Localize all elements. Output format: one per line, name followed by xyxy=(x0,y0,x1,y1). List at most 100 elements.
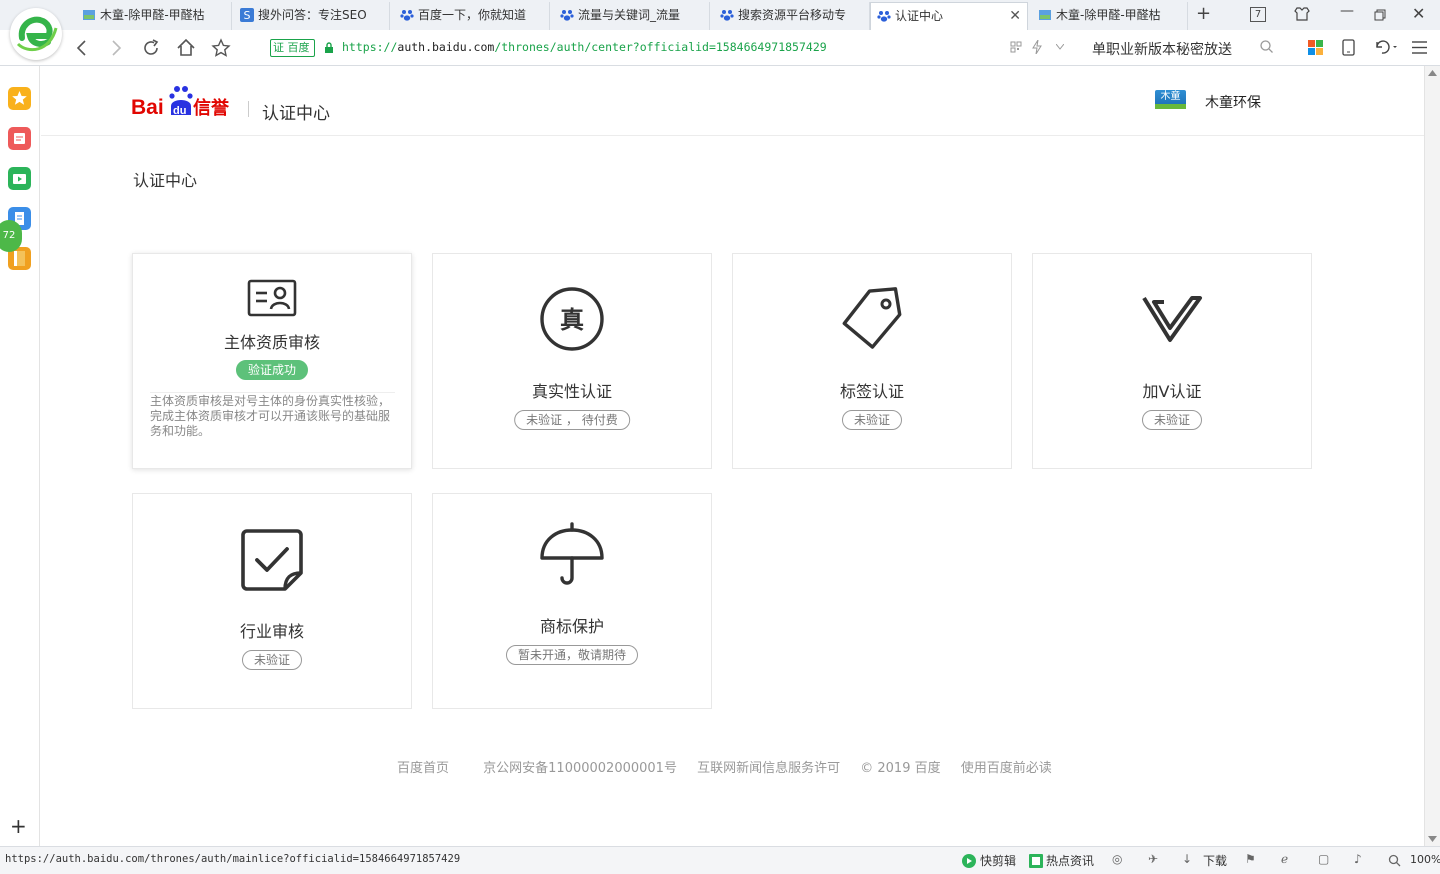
tab-5-active[interactable]: 认证中心 ✕ xyxy=(870,2,1028,30)
undo-icon[interactable] xyxy=(1373,39,1399,55)
card-authenticity[interactable]: 真 真实性认证 未验证 ， 待付费 xyxy=(432,253,712,469)
new-tab-icon[interactable]: + xyxy=(1196,3,1211,24)
tab-4[interactable]: 搜索资源平台移动专 xyxy=(714,2,870,30)
id-card-icon xyxy=(247,279,297,317)
search-input[interactable]: 单职业新版本秘密放送 xyxy=(1092,39,1232,59)
avatar[interactable]: 木童 xyxy=(1155,90,1186,109)
svg-text:Bai: Bai xyxy=(131,96,164,119)
cert-badge[interactable]: 证 百度 xyxy=(270,39,315,57)
chevron-down-icon[interactable] xyxy=(1056,44,1064,50)
download-icon[interactable]: ↓ xyxy=(1182,852,1192,866)
add-icon[interactable]: + xyxy=(10,814,27,838)
qr-code-icon[interactable] xyxy=(1010,41,1022,53)
card-industry-review[interactable]: 行业审核 未验证 xyxy=(132,493,412,709)
star-icon[interactable] xyxy=(211,38,231,58)
browser-sidebar: 72 + xyxy=(0,66,40,846)
status-hot-news[interactable]: 热点资讯 xyxy=(1046,852,1094,869)
window-icon[interactable]: ▢ xyxy=(1318,852,1329,866)
footer-copyright: © 2019 百度 xyxy=(860,761,941,776)
notification-badge[interactable]: 72 xyxy=(0,220,22,252)
status-download[interactable]: 下载 xyxy=(1203,852,1227,869)
hot-news-icon[interactable] xyxy=(1029,854,1043,868)
sound-icon[interactable]: ♪ xyxy=(1354,852,1362,866)
card-title: 商标保护 xyxy=(539,617,604,636)
status-bar: https://auth.baidu.com/thrones/auth/main… xyxy=(0,846,1440,874)
search-icon[interactable] xyxy=(1260,40,1273,53)
video-icon[interactable] xyxy=(8,167,31,190)
home-icon[interactable] xyxy=(176,38,196,58)
close-icon[interactable]: ✕ xyxy=(1009,3,1021,29)
picture-icon xyxy=(1039,10,1051,20)
baidu-paw-icon xyxy=(877,11,891,22)
favorites-icon[interactable] xyxy=(8,87,31,110)
card-title: 标签认证 xyxy=(839,382,904,401)
vertical-scrollbar[interactable] xyxy=(1424,66,1440,846)
footer-link-icp[interactable]: 京公网安备11000002000001号 xyxy=(483,761,677,776)
browser-toolbar: 证 百度 https://auth.baidu.com/thrones/auth… xyxy=(0,30,1440,66)
lightning-icon[interactable] xyxy=(1032,40,1042,54)
tab-1[interactable]: S 搜外问答：专注SEO xyxy=(234,2,390,30)
status-badge: 未验证 xyxy=(241,650,303,670)
url-scheme: https:// xyxy=(342,40,398,54)
baidu-xinyu-logo[interactable]: Bai du 信誉 xyxy=(131,84,233,123)
url-text[interactable]: https://auth.baidu.com/thrones/auth/cent… xyxy=(342,40,827,54)
tab-6[interactable]: 木童-除甲醛-甲醛枯 xyxy=(1032,2,1188,30)
search-box[interactable]: 单职业新版本秘密放送 xyxy=(1092,35,1282,61)
tab-3[interactable]: 流量与关键词_流量 xyxy=(554,2,710,30)
status-quick-edit[interactable]: 快剪辑 xyxy=(980,852,1016,869)
site-header: Bai du 信誉 认证中心 木童 木童环保 xyxy=(41,66,1424,136)
skin-icon[interactable] xyxy=(1294,7,1310,21)
news-icon[interactable] xyxy=(8,127,31,150)
header-divider xyxy=(248,101,249,117)
v-icon xyxy=(1142,296,1202,342)
zoom-level[interactable]: 100% xyxy=(1410,853,1440,866)
baidu-paw-icon xyxy=(720,10,734,21)
browser-logo-icon[interactable] xyxy=(10,8,62,60)
avatar-text: 木童 xyxy=(1160,91,1181,102)
url-path: /thrones/auth/center?officialid=15846649… xyxy=(494,40,827,54)
baidu-paw-icon xyxy=(400,10,414,21)
tab-0[interactable]: 木童-除甲醛-甲醛枯 xyxy=(76,2,232,30)
ie-icon[interactable]: ◎ xyxy=(1112,852,1122,866)
zoom-icon[interactable] xyxy=(1388,854,1402,868)
minimize-icon[interactable]: — xyxy=(1340,3,1354,19)
refresh-icon[interactable] xyxy=(141,38,161,58)
user-name[interactable]: 木童环保 xyxy=(1205,92,1261,112)
flag-icon[interactable]: ⚑ xyxy=(1245,852,1256,866)
card-subject-qualification[interactable]: 主体资质审核 验证成功 主体资质审核是对号主体的身份真实性核验，完成主体资质审核… xyxy=(132,253,412,469)
card-trademark-protection[interactable]: 商标保护 暂未开通，敬请期待 xyxy=(432,493,712,709)
back-icon[interactable] xyxy=(72,38,92,58)
phone-icon[interactable] xyxy=(1342,39,1355,56)
window-close-icon[interactable]: ✕ xyxy=(1412,4,1425,23)
picture-icon xyxy=(83,10,95,20)
tab-title: 认证中心 xyxy=(895,9,944,23)
footer-link-news-license[interactable]: 互联网新闻信息服务许可 xyxy=(697,761,840,776)
play-icon[interactable] xyxy=(962,854,976,868)
baidu-paw-icon xyxy=(560,10,574,21)
pin-icon[interactable]: ✈ xyxy=(1148,852,1158,866)
card-title: 主体资质审核 xyxy=(223,333,320,352)
tab-2[interactable]: 百度一下，你就知道 xyxy=(394,2,550,30)
card-v-certification[interactable]: 加V认证 未验证 xyxy=(1032,253,1312,469)
footer-link-terms[interactable]: 使用百度前必读 xyxy=(961,761,1052,776)
status-badge: 暂未开通，敬请期待 xyxy=(505,645,639,665)
tab-title: 木童-除甲醛-甲醛枯 xyxy=(100,8,205,22)
card-description: 主体资质审核是对号主体的身份真实性核验，完成主体资质审核才可以开通该账号的基础服… xyxy=(150,392,395,439)
forward-icon[interactable] xyxy=(106,38,126,58)
card-title: 加V认证 xyxy=(1142,382,1202,401)
tab-title: 搜索资源平台移动专 xyxy=(738,8,847,22)
status-badge: 未验证 ， 待付费 xyxy=(514,410,630,430)
browser-icon[interactable]: ℯ xyxy=(1281,852,1288,866)
address-bar[interactable]: 证 百度 https://auth.baidu.com/thrones/auth… xyxy=(264,35,1080,61)
menu-icon[interactable] xyxy=(1412,41,1427,54)
apps-icon[interactable] xyxy=(1308,40,1323,55)
browser-tab-bar: 木童-除甲醛-甲醛枯 S 搜外问答：专注SEO 百度一下，你就知道 流量与关键词… xyxy=(0,0,1440,60)
restore-icon[interactable] xyxy=(1374,9,1386,21)
tab-count-icon[interactable]: 7 xyxy=(1250,7,1266,22)
card-tag[interactable]: 标签认证 未验证 xyxy=(732,253,1012,469)
tag-icon xyxy=(842,287,902,349)
footer-link-home[interactable]: 百度首页 xyxy=(397,761,449,776)
tab-title: 流量与关键词_流量 xyxy=(578,8,681,22)
tab-title: 搜外问答：专注SEO xyxy=(258,8,367,22)
status-badge: 未验证 xyxy=(1141,410,1203,430)
